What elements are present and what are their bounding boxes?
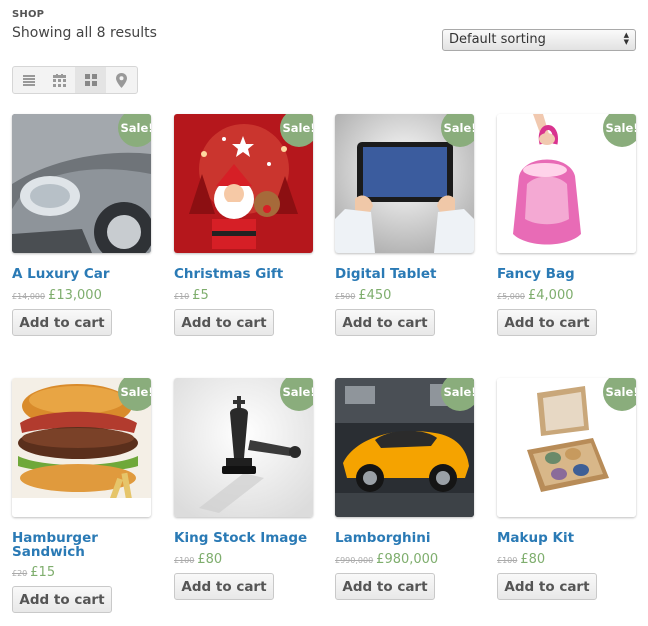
product-title[interactable]: A Luxury Car [12, 267, 152, 281]
sale-price: £80 [520, 552, 546, 567]
grid-view-icon [84, 74, 97, 86]
product-price: £100 £80 [497, 552, 545, 567]
product-image-luxury-car[interactable]: Sale! [12, 114, 151, 253]
product-price: £500 £450 [335, 288, 391, 303]
old-price: £14,000 [12, 292, 46, 301]
product-card: Sale! Christmas Gift £10 £5 Add to cart [174, 114, 314, 344]
list-view-button[interactable] [13, 67, 44, 93]
add-to-cart-button[interactable]: Add to cart [497, 309, 597, 336]
select-arrows-icon: ▲ ▼ [623, 31, 629, 46]
product-price: £100 £80 [174, 552, 222, 567]
old-price: £100 [497, 556, 518, 565]
shop-label: SHOP [12, 9, 45, 20]
product-card: Sale! Digital Tablet £500 £450 Add to car… [335, 114, 475, 344]
product-title[interactable]: Digital Tablet [335, 267, 475, 281]
map-view-icon [116, 72, 127, 88]
product-image-lamborghini[interactable]: Sale! [335, 378, 474, 517]
result-count: Showing all 8 results [12, 25, 157, 41]
sort-select[interactable]: Default sorting ▲ ▼ [442, 29, 636, 51]
product-image-king-chess[interactable]: Sale! [174, 378, 313, 517]
grid-view-button[interactable] [75, 67, 106, 93]
product-card: Sale! Makup Kit £100 £80 Add to cart [497, 378, 637, 608]
map-view-button[interactable] [106, 67, 137, 93]
sale-price: £15 [30, 565, 56, 580]
add-to-cart-button[interactable]: Add to cart [174, 573, 274, 600]
old-price: £990,000 [335, 556, 374, 565]
old-price: £5,000 [497, 292, 525, 301]
product-title[interactable]: King Stock Image [174, 531, 314, 545]
add-to-cart-button[interactable]: Add to cart [335, 573, 435, 600]
add-to-cart-button[interactable]: Add to cart [497, 573, 597, 600]
product-image-christmas-gift[interactable]: Sale! [174, 114, 313, 253]
product-card: Sale! Lamborghini £990,000 £980,000 Add t… [335, 378, 475, 608]
product-price: £20 £15 [12, 565, 55, 580]
product-title[interactable]: Christmas Gift [174, 267, 314, 281]
add-to-cart-button[interactable]: Add to cart [12, 586, 112, 613]
sale-price: £5 [192, 288, 209, 303]
product-image-hamburger[interactable]: Sale! [12, 378, 151, 517]
product-title[interactable]: Hamburger Sandwich [12, 531, 122, 559]
calendar-view-button[interactable] [44, 67, 75, 93]
sale-price: £13,000 [48, 288, 102, 303]
sort-select-value: Default sorting [449, 32, 546, 47]
product-card: Sale! Hamburger Sandwich £20 £15 Add to c… [12, 378, 152, 618]
old-price: £500 [335, 292, 356, 301]
product-price: £990,000 £980,000 [335, 552, 438, 567]
sale-price: £80 [197, 552, 223, 567]
product-title[interactable]: Lamborghini [335, 531, 475, 545]
sale-price: £450 [358, 288, 392, 303]
list-view-icon [22, 74, 35, 86]
add-to-cart-button[interactable]: Add to cart [12, 309, 112, 336]
product-price: £14,000 £13,000 [12, 288, 102, 303]
product-title[interactable]: Fancy Bag [497, 267, 637, 281]
product-image-digital-tablet[interactable]: Sale! [335, 114, 474, 253]
product-card: Sale! A Luxury Car £14,000 £13,000 Add to… [12, 114, 152, 344]
add-to-cart-button[interactable]: Add to cart [335, 309, 435, 336]
sale-price: £980,000 [376, 552, 439, 567]
product-image-makeup-kit[interactable]: Sale! [497, 378, 636, 517]
product-card: Sale! King Stock Image £100 £80 Add to ca… [174, 378, 314, 608]
view-toggle [12, 66, 138, 94]
calendar-view-icon [53, 73, 66, 87]
product-price: £5,000 £4,000 [497, 288, 574, 303]
product-price: £10 £5 [174, 288, 209, 303]
sale-price: £4,000 [528, 288, 574, 303]
product-card: Sale! Fancy Bag £5,000 £4,000 Add to cart [497, 114, 637, 344]
old-price: £10 [174, 292, 190, 301]
product-image-fancy-bag[interactable]: Sale! [497, 114, 636, 253]
product-title[interactable]: Makup Kit [497, 531, 637, 545]
add-to-cart-button[interactable]: Add to cart [174, 309, 274, 336]
old-price: £100 [174, 556, 195, 565]
old-price: £20 [12, 569, 28, 578]
